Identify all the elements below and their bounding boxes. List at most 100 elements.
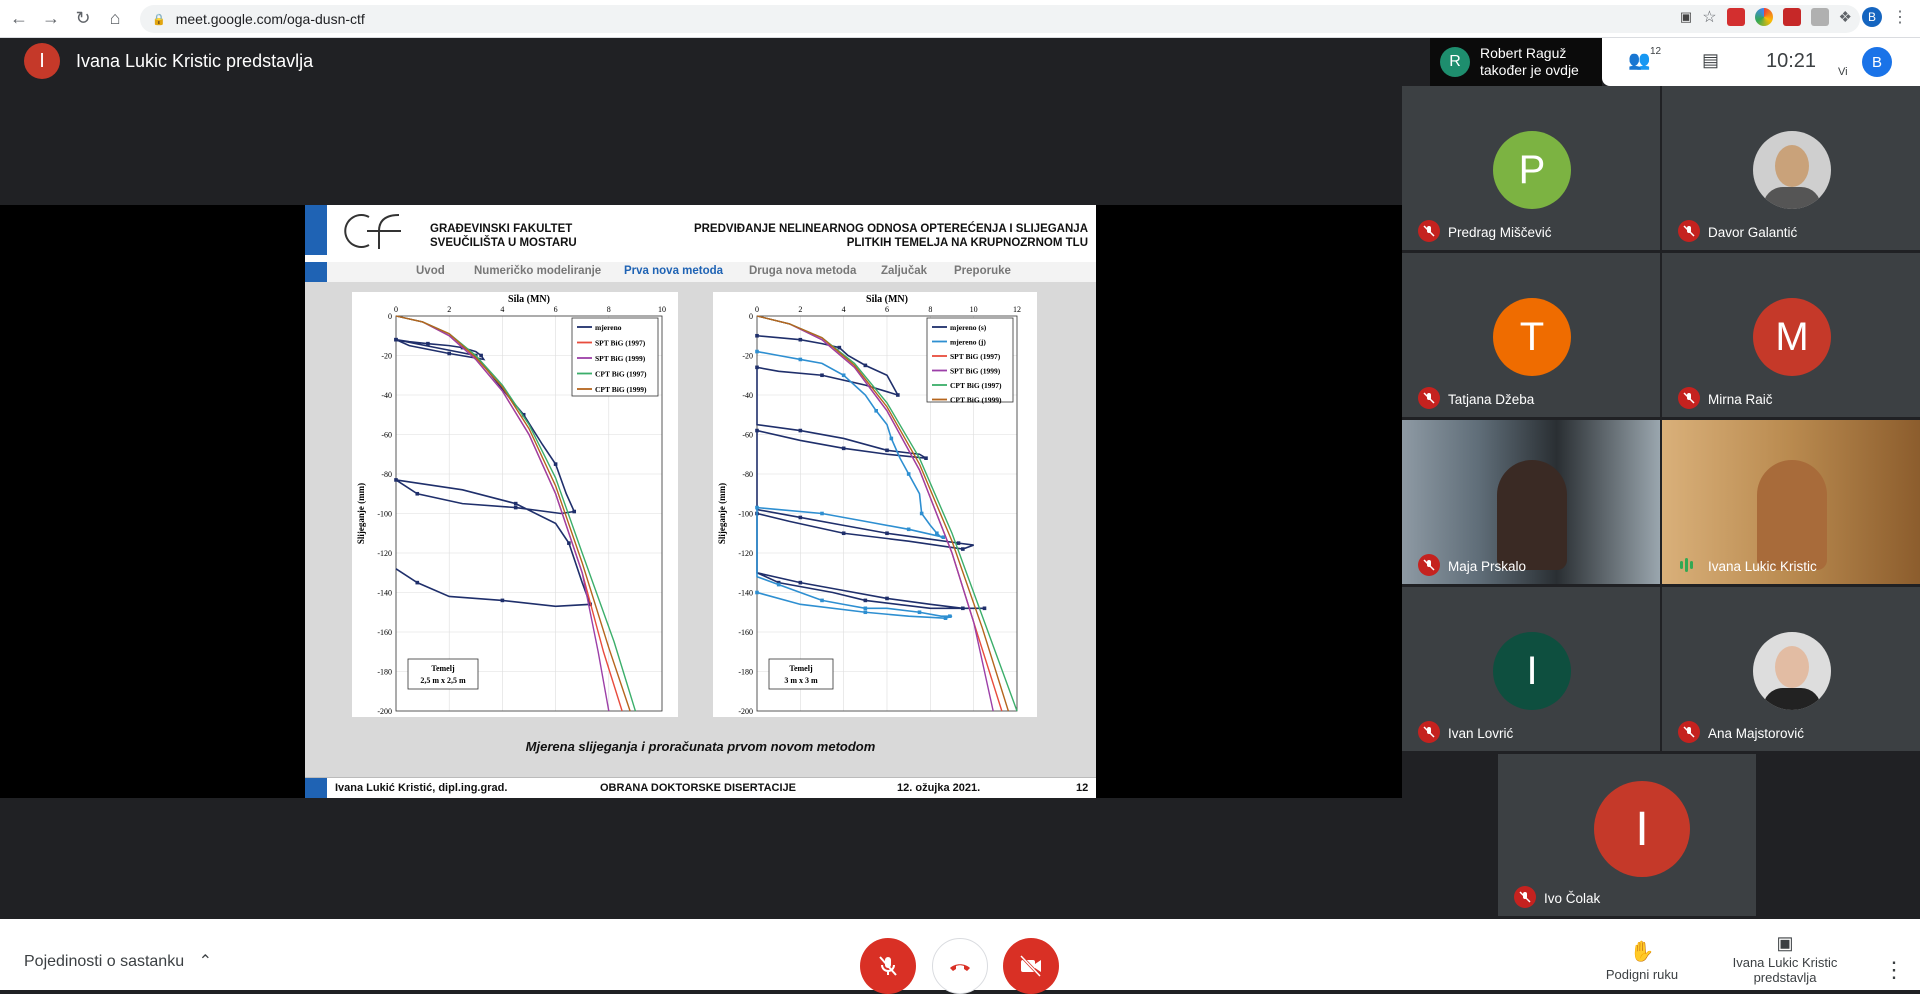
camera-icon[interactable]: ▣ <box>1680 9 1692 25</box>
presenting-button[interactable]: ▣ Ivana Lukic Kristic predstavlja <box>1720 933 1850 985</box>
legend-label: CPT BiG (1999) <box>595 385 647 394</box>
legend-label: SPT BiG (1997) <box>595 339 646 348</box>
participant-tile[interactable]: M Mirna Raič <box>1662 253 1920 417</box>
participant-video-person <box>1497 460 1567 570</box>
participants-icon[interactable]: 👥 <box>1628 50 1650 71</box>
participant-avatar: P <box>1493 131 1571 209</box>
participant-name: Maja Prskalo <box>1448 559 1527 574</box>
x-tick-label: 12 <box>1013 305 1021 314</box>
self-avatar[interactable]: B <box>1862 47 1892 77</box>
meeting-details-button[interactable]: Pojedinosti o sastanku ⌃ <box>24 951 212 971</box>
y-tick-label: -60 <box>381 431 392 440</box>
data-point <box>982 606 987 611</box>
address-bar[interactable]: 🔒 meet.google.com/oga-dusn-ctf <box>140 5 1860 33</box>
camera-off-button[interactable] <box>1003 938 1059 994</box>
raise-hand-label: Podigni ruku <box>1605 967 1679 982</box>
y-tick-label: -140 <box>738 589 753 598</box>
chart-left: Sila (MN) 0 2 4 6 8 10 0 -20 -40 -60 -80 -100 -120 -14… <box>356 294 666 716</box>
hand-icon: ✋ <box>1629 941 1655 963</box>
y-tick-label: -100 <box>738 510 753 519</box>
legend-label: CPT BiG (1997) <box>595 370 647 379</box>
participant-name: Mirna Raič <box>1708 392 1773 407</box>
extensions: ▣ ☆ ❖ B ⋮ <box>1680 7 1908 27</box>
y-tick-label: -60 <box>742 431 753 440</box>
slide-nav-accent <box>305 262 327 282</box>
data-point <box>889 436 894 441</box>
chrome-extension-icon[interactable] <box>1754 8 1773 26</box>
star-icon[interactable]: ☆ <box>1702 7 1716 27</box>
participant-tiles: P Predrag Miščević Davor Galantić T Tatjana … <box>1402 86 1920 919</box>
foundation-size: 2,5 m x 2,5 m <box>420 676 466 685</box>
data-point <box>755 349 759 354</box>
data-point <box>956 541 961 545</box>
data-point <box>896 393 900 397</box>
data-point <box>755 365 759 370</box>
participant-tile[interactable]: Ana Majstorović <box>1662 587 1920 751</box>
data-point <box>961 606 965 611</box>
data-point <box>776 582 781 587</box>
x-tick-label: 6 <box>885 305 889 314</box>
data-point <box>479 353 483 358</box>
data-point <box>863 610 868 615</box>
participant-tile[interactable]: Davor Galantić <box>1662 86 1920 250</box>
university-name: SVEUČILIŠTA U MOSTARU <box>430 237 577 249</box>
lock-icon: 🔒 <box>152 13 166 26</box>
x-tick-label: 0 <box>755 305 759 314</box>
raise-hand-button[interactable]: ✋ Podigni ruku <box>1600 941 1684 982</box>
participant-tile[interactable]: I Ivo Čolak <box>1498 754 1756 916</box>
series-line <box>756 350 953 619</box>
self-label: Vi <box>1838 66 1848 78</box>
profile-avatar[interactable]: B <box>1862 7 1882 27</box>
notification-avatar: R <box>1440 47 1470 77</box>
gray-extension-icon[interactable] <box>1810 8 1829 26</box>
foundation-size: 3 m x 3 m <box>784 676 818 685</box>
slide-footer: Ivana Lukić Kristić, dipl.ing.grad. OBRA… <box>305 777 1096 798</box>
participant-tile[interactable]: Ivana Lukic Kristic <box>1662 420 1920 584</box>
muted-icon <box>1418 721 1440 743</box>
forward-icon[interactable]: → <box>38 6 64 32</box>
muted-icon <box>1678 220 1700 242</box>
data-point <box>553 462 558 466</box>
presenting-name: Ivana Lukic Kristic <box>1732 955 1838 970</box>
speaking-indicator-icon <box>1680 558 1696 572</box>
bottom-bar: Pojedinosti o sastanku ⌃ ✋ Podigni ruku … <box>0 919 1920 994</box>
participant-name: Davor Galantić <box>1708 225 1798 240</box>
more-options-icon[interactable]: ⋮ <box>1883 957 1905 983</box>
y-tick-label: -180 <box>377 668 392 677</box>
reload-icon[interactable]: ↻ <box>70 6 96 32</box>
y-tick-label: -20 <box>742 352 753 361</box>
present-icon: ▣ <box>1776 933 1794 953</box>
data-point <box>841 446 846 451</box>
leave-call-button[interactable] <box>932 938 988 994</box>
data-point <box>755 333 759 338</box>
chat-icon[interactable]: ▤ <box>1702 50 1719 71</box>
participant-tile[interactable]: Maja Prskalo <box>1402 420 1660 584</box>
y-tick-label: -160 <box>738 628 753 637</box>
puzzle-icon[interactable]: ❖ <box>1839 8 1852 26</box>
footer-title: OBRANA DOKTORSKE DISERTACIJE <box>600 782 796 794</box>
participant-tile[interactable]: P Predrag Miščević <box>1402 86 1660 250</box>
pdf-extension-icon[interactable] <box>1726 8 1745 26</box>
data-point <box>567 541 571 545</box>
red-extension-icon[interactable] <box>1782 8 1801 26</box>
participant-name: Predrag Miščević <box>1448 225 1552 240</box>
participant-photo <box>1753 632 1831 710</box>
menu-dots-icon[interactable]: ⋮ <box>1892 7 1908 27</box>
mic-off-button[interactable] <box>860 938 916 994</box>
data-point <box>820 373 824 378</box>
data-point <box>841 373 846 378</box>
participant-tile[interactable]: T Tatjana Džeba <box>1402 253 1660 417</box>
browser-toolbar: ← → ↻ ⌂ 🔒 meet.google.com/oga-dusn-ctf ▣… <box>0 0 1920 38</box>
presenter-avatar: I <box>24 43 60 79</box>
participant-avatar: M <box>1753 298 1831 376</box>
x-tick-label: 8 <box>928 305 932 314</box>
legend-label: mjereno (s) <box>950 323 987 332</box>
participant-photo <box>1753 131 1831 209</box>
data-point <box>863 606 868 611</box>
back-icon[interactable]: ← <box>6 6 32 32</box>
legend-label: SPT BiG (1999) <box>595 354 646 363</box>
home-icon[interactable]: ⌂ <box>102 6 128 32</box>
participant-tile[interactable]: I Ivan Lovrić <box>1402 587 1660 751</box>
data-point <box>863 363 868 368</box>
foundation-label: Temelj <box>431 664 455 673</box>
